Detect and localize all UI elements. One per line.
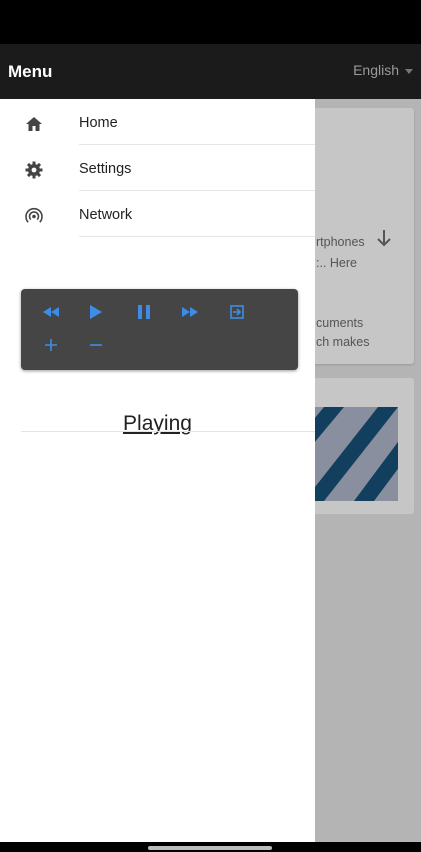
card-text: ch makes [316, 335, 370, 349]
menu-item-network[interactable]: Network [0, 191, 315, 237]
divider [79, 236, 315, 237]
home-icon [26, 117, 42, 131]
language-select[interactable]: English [353, 62, 413, 78]
home-indicator[interactable] [148, 846, 272, 850]
card-text: cuments [316, 316, 364, 330]
menu-item-home[interactable]: Home [0, 99, 315, 145]
thumbnail-image [314, 407, 398, 501]
background-card [300, 378, 414, 514]
minus-icon[interactable] [86, 335, 106, 355]
plus-icon[interactable] [41, 335, 61, 355]
language-label: English [353, 62, 399, 78]
menu-item-label: Network [79, 207, 133, 223]
exit-icon[interactable] [227, 302, 247, 322]
navigation-drawer: Menu Home Settings Network Playing [0, 44, 315, 852]
drawer-title: Menu [0, 44, 315, 99]
menu-item-label: Home [79, 115, 118, 131]
pause-icon[interactable] [134, 302, 154, 322]
media-player-controls [21, 289, 298, 370]
menu-item-label: Settings [79, 161, 132, 177]
menu-item-settings[interactable]: Settings [0, 145, 315, 191]
background-card: rtphones :.. Here cuments ch makes [300, 108, 414, 364]
gear-icon [25, 161, 43, 179]
rewind-icon[interactable] [41, 302, 61, 322]
card-text: :.. Here [316, 256, 357, 270]
arrow-down-icon [377, 230, 391, 247]
play-icon[interactable] [86, 302, 106, 322]
divider [21, 431, 315, 432]
playback-status: Playing [0, 412, 315, 436]
fast-forward-icon[interactable] [180, 302, 200, 322]
card-text: rtphones [316, 235, 365, 249]
network-icon [25, 207, 43, 223]
status-bar [0, 0, 421, 44]
caret-down-icon [405, 68, 413, 74]
